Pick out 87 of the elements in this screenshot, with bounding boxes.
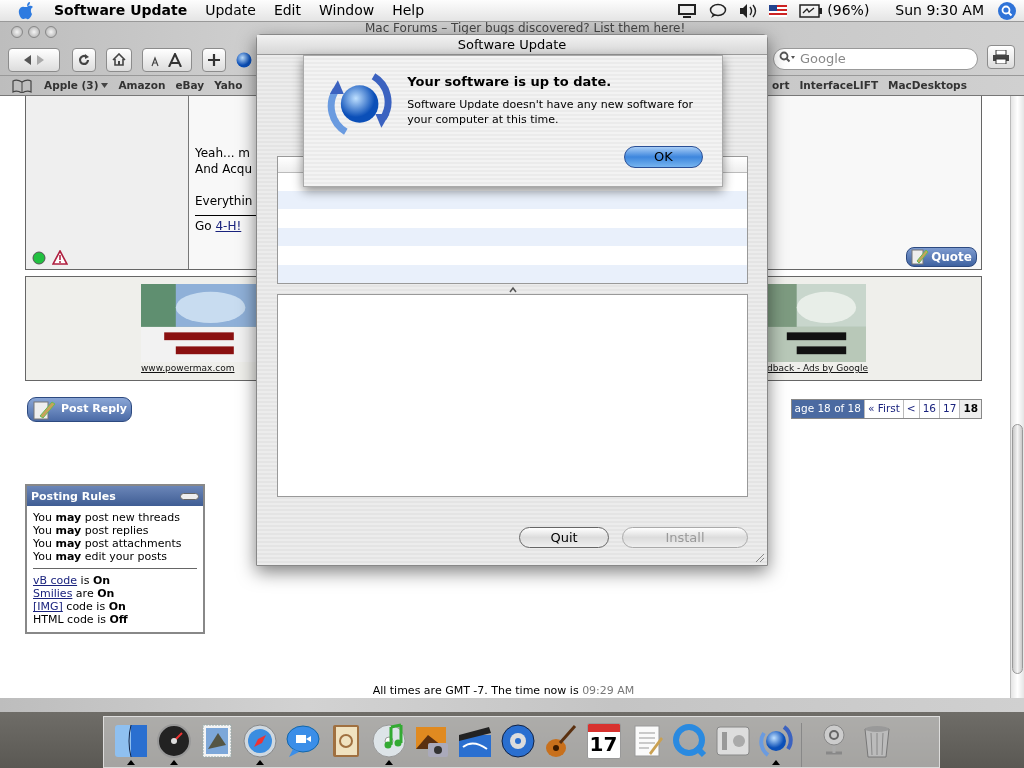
add-bookmark-button[interactable] bbox=[202, 47, 226, 72]
warning-icon[interactable] bbox=[52, 250, 68, 265]
home-icon bbox=[112, 53, 126, 66]
flag-icon[interactable] bbox=[769, 4, 788, 17]
quote-button[interactable]: Quote bbox=[906, 247, 977, 267]
print-button[interactable] bbox=[987, 45, 1015, 69]
caret-icon bbox=[101, 83, 109, 88]
ok-button[interactable]: OK bbox=[624, 146, 703, 168]
post-text: And Acqu bbox=[195, 161, 253, 177]
plus-icon bbox=[208, 53, 220, 66]
bookmarks-book-icon[interactable] bbox=[12, 78, 32, 93]
footer-time: 09:29 AM bbox=[582, 684, 635, 697]
back-forward-button[interactable] bbox=[8, 47, 60, 72]
signature-text: Go bbox=[195, 219, 213, 233]
rule-text: are On bbox=[74, 587, 115, 600]
switch-panel-icon[interactable] bbox=[714, 723, 751, 759]
rule-text: is On bbox=[79, 574, 111, 587]
rule-text: You may post new threads bbox=[33, 511, 181, 524]
menu-clock[interactable]: Sun 9:30 AM bbox=[895, 0, 984, 21]
signature-link[interactable]: 4-H! bbox=[215, 219, 242, 233]
alert-message: Software Update doesn't have any new software for your computer at this time. bbox=[407, 96, 694, 127]
window-control-button[interactable] bbox=[11, 26, 23, 38]
rule-text: You may post attachments bbox=[33, 537, 183, 550]
menu-item[interactable]: Edit bbox=[273, 0, 301, 21]
menu-item[interactable]: Help bbox=[392, 0, 425, 21]
printer-icon bbox=[993, 50, 1009, 64]
bookmark-link[interactable]: ort bbox=[772, 77, 790, 94]
rule-text: HTML code is Off bbox=[33, 613, 128, 626]
window-control-button[interactable] bbox=[45, 26, 57, 38]
post-text: Everythin bbox=[195, 193, 253, 209]
home-button[interactable] bbox=[106, 47, 132, 72]
resize-grip[interactable] bbox=[755, 553, 765, 563]
rule-link[interactable]: [IMG] bbox=[33, 600, 63, 613]
globe-arrows-icon[interactable] bbox=[757, 723, 794, 759]
calendar-date: 17 bbox=[589, 732, 618, 756]
speech-bubble-icon[interactable] bbox=[709, 2, 728, 19]
battery-percent: (96%) bbox=[827, 1, 870, 20]
panel-title: Posting Rules bbox=[31, 489, 116, 503]
calendar-icon[interactable]: 17 bbox=[586, 723, 621, 759]
ad-link[interactable]: www.powermax.com bbox=[141, 362, 257, 376]
page-link[interactable]: 16 bbox=[918, 400, 939, 418]
globe-icon bbox=[236, 51, 252, 68]
search-icon[interactable] bbox=[998, 1, 1016, 20]
window-title: Mac Forums – Tiger bugs discovered? List them here! bbox=[365, 22, 686, 34]
page-link[interactable]: « First bbox=[863, 400, 903, 418]
battery-icon[interactable] bbox=[799, 3, 824, 18]
back-forward-icon bbox=[23, 53, 45, 66]
page-count: age 18 of 18 bbox=[791, 400, 864, 418]
bookmark-link[interactable]: Yaho bbox=[214, 77, 243, 94]
bookmark-link[interactable]: MacDesktops bbox=[888, 77, 967, 94]
text-size-button[interactable] bbox=[142, 47, 192, 72]
scrollbar[interactable] bbox=[1010, 96, 1024, 698]
compass-icon[interactable] bbox=[241, 723, 278, 759]
text-size-icon bbox=[149, 52, 185, 67]
splitter-handle[interactable] bbox=[507, 286, 519, 294]
disc-icon[interactable] bbox=[499, 723, 536, 759]
volume-icon[interactable] bbox=[739, 2, 758, 19]
split-square-icon[interactable] bbox=[112, 723, 149, 759]
bookmark-link[interactable]: eBay bbox=[175, 77, 205, 94]
rule-text: code is On bbox=[65, 600, 126, 613]
window-control-button[interactable] bbox=[28, 26, 40, 38]
pencil-note-icon bbox=[911, 248, 930, 266]
app-menu[interactable]: Software Update bbox=[54, 0, 188, 21]
gauge-icon[interactable] bbox=[155, 723, 192, 759]
search-icon[interactable] bbox=[779, 51, 795, 63]
bookmark-link[interactable]: InterfaceLIFT bbox=[799, 77, 879, 94]
alert-heading: Your software is up to date. bbox=[407, 73, 613, 91]
rule-text: You may post replies bbox=[33, 524, 150, 537]
post-text: Yeah... m bbox=[195, 145, 251, 161]
window-title: Software Update bbox=[257, 35, 767, 55]
reload-button[interactable] bbox=[72, 47, 96, 72]
rule-link[interactable]: vB code bbox=[33, 574, 78, 587]
rule-text: You may edit your posts bbox=[33, 550, 169, 563]
reload-icon bbox=[78, 53, 90, 66]
ad-link[interactable]: dback - Ads by Google bbox=[767, 362, 868, 376]
footer-text: All times are GMT -7. The time now is bbox=[372, 684, 580, 697]
collapse-button[interactable] bbox=[180, 492, 199, 500]
pencil-note-icon bbox=[32, 398, 58, 421]
page-link[interactable]: 18 bbox=[959, 400, 981, 418]
bookmark-link[interactable]: Amazon bbox=[118, 77, 166, 94]
menu-item[interactable]: Update bbox=[205, 0, 256, 21]
display-icon[interactable] bbox=[677, 2, 698, 19]
menu-item[interactable]: Window bbox=[319, 0, 375, 21]
rule-link[interactable]: Smilies bbox=[33, 587, 73, 600]
bookmark-menu[interactable]: Apple (3) bbox=[44, 77, 109, 94]
search-field[interactable]: Google bbox=[773, 47, 978, 70]
quit-button[interactable]: Quit bbox=[519, 527, 609, 548]
